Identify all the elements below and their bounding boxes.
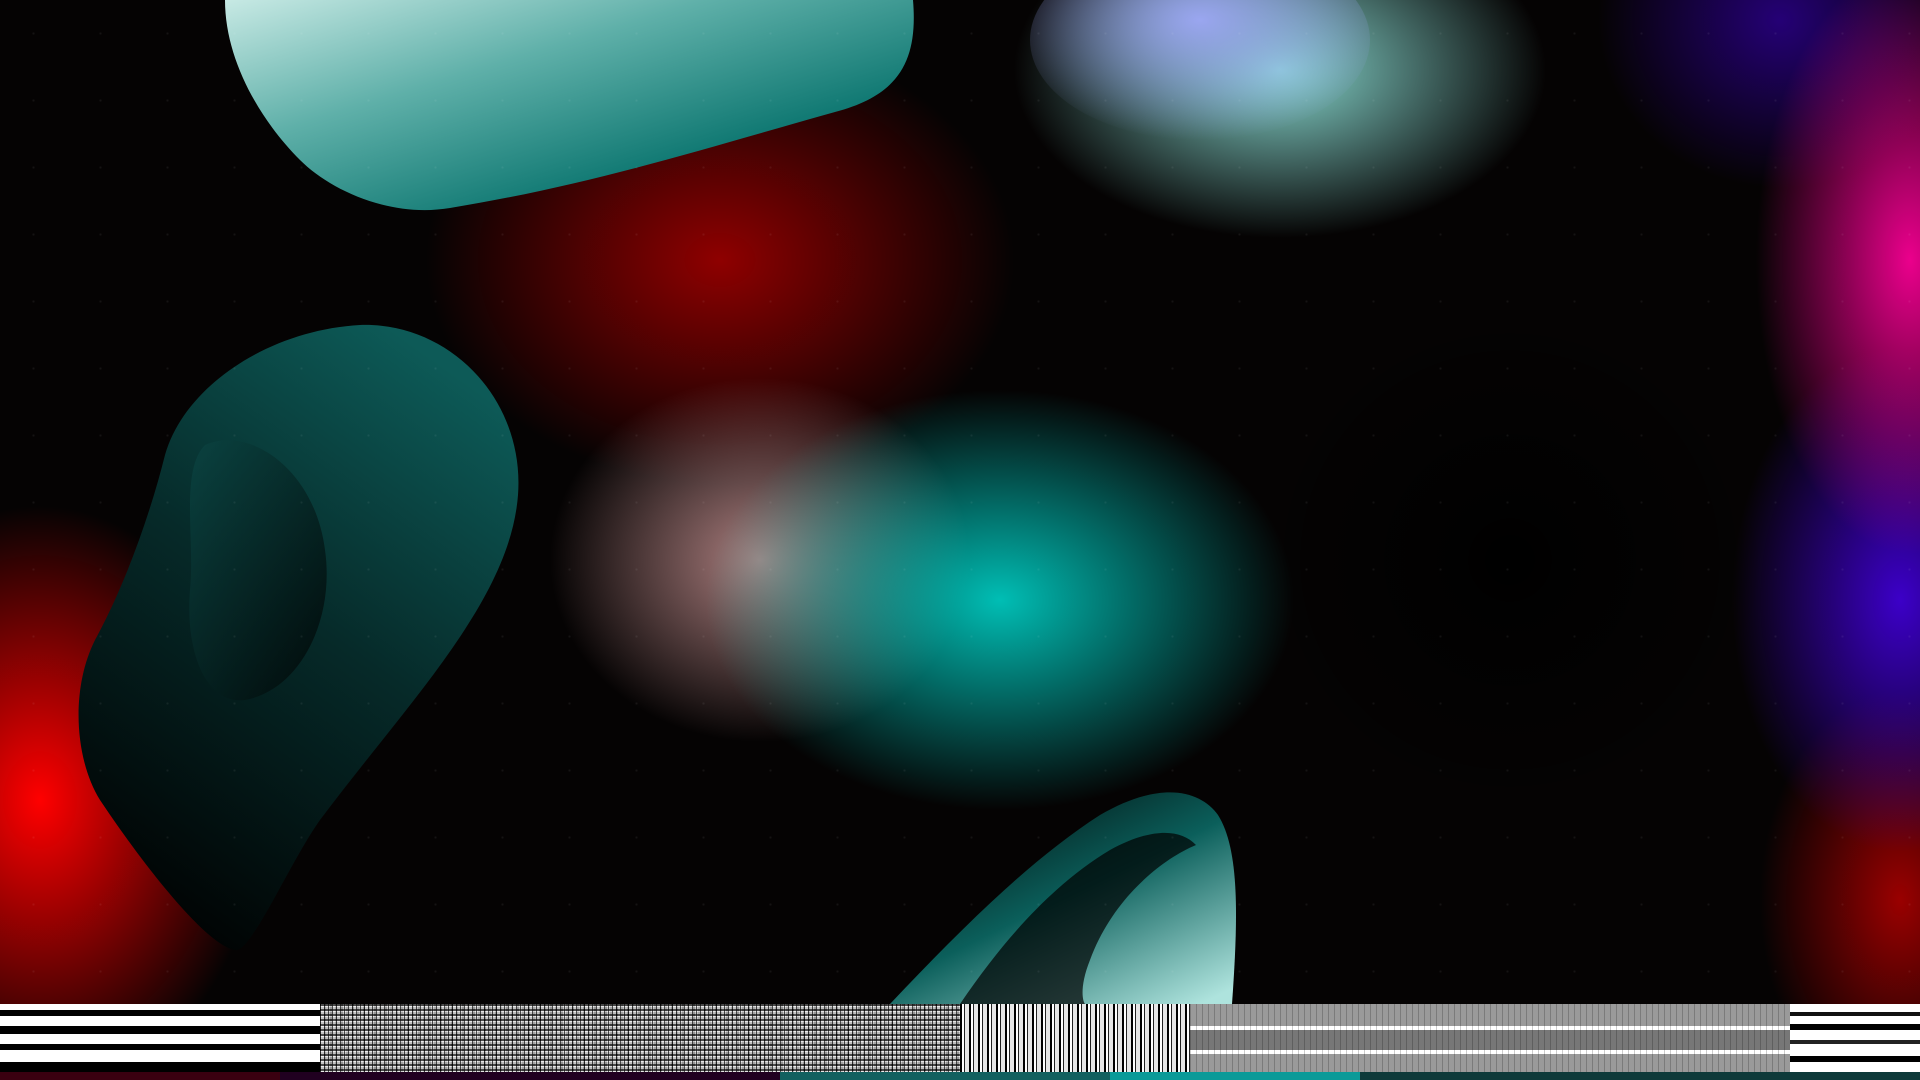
start-menu-area[interactable] [0, 1004, 320, 1072]
taskbar-noise-segment [960, 1004, 1200, 1072]
taskbar-accent-line [0, 1072, 1920, 1080]
wallpaper-dot-grid [0, 0, 1920, 1004]
taskbar-noise-segment [320, 1004, 960, 1072]
desktop [0, 0, 1920, 1080]
taskbar[interactable] [0, 1004, 1920, 1080]
system-tray-area[interactable] [1790, 1004, 1920, 1072]
taskbar-noise-segment [1190, 1004, 1790, 1072]
desktop-wallpaper [0, 0, 1920, 1004]
